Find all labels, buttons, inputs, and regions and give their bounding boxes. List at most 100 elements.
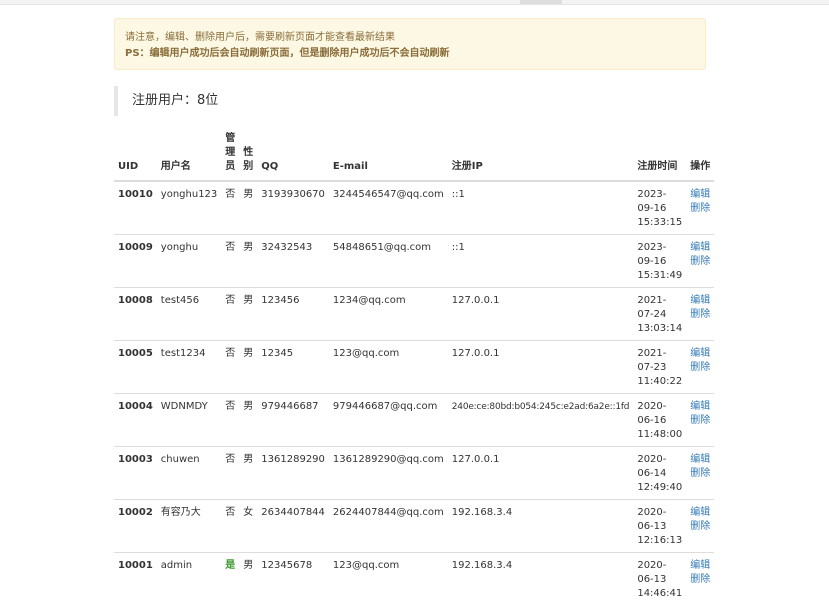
cell-actions: 编辑删除 xyxy=(686,447,714,500)
column-header-username: 用户名 xyxy=(157,132,221,181)
cell-register-time: 2023-09-1615:31:49 xyxy=(633,235,686,288)
register-date: 2020-06-13 xyxy=(637,506,682,534)
cell-gender: 男 xyxy=(239,553,257,605)
cell-uid: 10003 xyxy=(114,447,157,500)
cell-qq: 2634407844 xyxy=(257,500,329,553)
column-header-admin-char: 管 xyxy=(225,132,235,146)
cell-gender: 男 xyxy=(239,181,257,235)
column-header-admin-char: 员 xyxy=(225,160,235,174)
cell-ip: 127.0.0.1 xyxy=(448,341,634,394)
cell-qq: 979446687 xyxy=(257,394,329,447)
notice-line-1: 请注意，编辑、删除用户后，需要刷新页面才能查看最新结果 xyxy=(125,30,695,46)
cell-admin: 否 xyxy=(221,447,239,500)
edit-link[interactable]: 编辑 xyxy=(690,453,710,467)
cell-uid: 10010 xyxy=(114,181,157,235)
register-date: 2020-06-16 xyxy=(637,400,682,428)
cell-actions: 编辑删除 xyxy=(686,181,714,235)
delete-link[interactable]: 删除 xyxy=(690,414,710,428)
column-header-uid: UID xyxy=(114,132,157,181)
cell-register-time: 2020-06-1314:46:41 xyxy=(633,553,686,605)
register-clock: 13:03:14 xyxy=(637,322,682,336)
cell-uid: 10004 xyxy=(114,394,157,447)
cell-username: 有容乃大 xyxy=(157,500,221,553)
cell-actions: 编辑删除 xyxy=(686,288,714,341)
cell-admin: 否 xyxy=(221,500,239,553)
cell-admin: 否 xyxy=(221,235,239,288)
register-date: 2021-07-24 xyxy=(637,294,682,322)
cell-qq: 1361289290 xyxy=(257,447,329,500)
edit-link[interactable]: 编辑 xyxy=(690,294,710,308)
column-header-ops: 操作 xyxy=(686,132,714,181)
cell-register-time: 2020-06-1611:48:00 xyxy=(633,394,686,447)
cell-register-time: 2023-09-1615:33:15 xyxy=(633,181,686,235)
cell-email: 54848651@qq.com xyxy=(329,235,448,288)
register-date: 2020-06-14 xyxy=(637,453,682,481)
delete-link[interactable]: 删除 xyxy=(690,308,710,322)
register-date: 2020-06-13 xyxy=(637,559,682,587)
cell-admin: 否 xyxy=(221,181,239,235)
column-header-admin: 管 理 员 xyxy=(221,132,239,181)
table-row: 10009 yonghu 否 男 32432543 54848651@qq.co… xyxy=(114,235,714,288)
edit-link[interactable]: 编辑 xyxy=(690,188,710,202)
user-table: UID 用户名 管 理 员 性 别 QQ E-mail 注册IP 注册时间 操作… xyxy=(114,132,714,605)
notice-alert: 请注意，编辑、删除用户后，需要刷新页面才能查看最新结果 PS：编辑用户成功后会自… xyxy=(114,18,706,70)
cell-ip: 192.168.3.4 xyxy=(448,500,634,553)
register-date: 2021-07-23 xyxy=(637,347,682,375)
cell-email: 123@qq.com xyxy=(329,341,448,394)
cell-email: 1234@qq.com xyxy=(329,288,448,341)
cell-ip: ::1 xyxy=(448,181,634,235)
column-header-gender: 性 别 xyxy=(239,132,257,181)
table-header-row: UID 用户名 管 理 员 性 别 QQ E-mail 注册IP 注册时间 操作 xyxy=(114,132,714,181)
cell-admin: 否 xyxy=(221,341,239,394)
register-clock: 11:40:22 xyxy=(637,375,682,389)
cell-admin: 否 xyxy=(221,288,239,341)
cell-register-time: 2021-07-2413:03:14 xyxy=(633,288,686,341)
cell-username: yonghu123 xyxy=(157,181,221,235)
cell-actions: 编辑删除 xyxy=(686,341,714,394)
edit-link[interactable]: 编辑 xyxy=(690,559,710,573)
table-row: 10008 test456 否 男 123456 1234@qq.com 127… xyxy=(114,288,714,341)
register-clock: 12:49:40 xyxy=(637,481,682,495)
register-clock: 11:48:00 xyxy=(637,428,682,442)
cell-actions: 编辑删除 xyxy=(686,394,714,447)
cell-qq: 123456 xyxy=(257,288,329,341)
cell-gender: 男 xyxy=(239,394,257,447)
edit-link[interactable]: 编辑 xyxy=(690,347,710,361)
cell-email: 2624407844@qq.com xyxy=(329,500,448,553)
cell-ip: 127.0.0.1 xyxy=(448,288,634,341)
register-date: 2023-09-16 xyxy=(637,241,682,269)
cell-qq: 12345 xyxy=(257,341,329,394)
column-header-ip: 注册IP xyxy=(448,132,634,181)
register-clock: 12:16:13 xyxy=(637,534,682,548)
active-nav-tab[interactable] xyxy=(520,0,562,4)
top-navigation-bar xyxy=(0,0,829,5)
cell-email: 123@qq.com xyxy=(329,553,448,605)
cell-uid: 10009 xyxy=(114,235,157,288)
register-clock: 14:46:41 xyxy=(637,587,682,601)
delete-link[interactable]: 删除 xyxy=(690,255,710,269)
cell-register-time: 2021-07-2311:40:22 xyxy=(633,341,686,394)
column-header-email: E-mail xyxy=(329,132,448,181)
cell-admin: 是 xyxy=(221,553,239,605)
cell-uid: 10001 xyxy=(114,553,157,605)
table-row: 10005 test1234 否 男 12345 123@qq.com 127.… xyxy=(114,341,714,394)
delete-link[interactable]: 删除 xyxy=(690,361,710,375)
cell-qq: 3193930670 xyxy=(257,181,329,235)
cell-username: WDNMDY xyxy=(157,394,221,447)
delete-link[interactable]: 删除 xyxy=(690,573,710,587)
cell-username: chuwen xyxy=(157,447,221,500)
cell-uid: 10005 xyxy=(114,341,157,394)
delete-link[interactable]: 删除 xyxy=(690,520,710,534)
table-row: 10004 WDNMDY 否 男 979446687 979446687@qq.… xyxy=(114,394,714,447)
column-header-admin-char: 理 xyxy=(225,146,235,160)
delete-link[interactable]: 删除 xyxy=(690,202,710,216)
edit-link[interactable]: 编辑 xyxy=(690,241,710,255)
table-row: 10010 yonghu123 否 男 3193930670 324454654… xyxy=(114,181,714,235)
delete-link[interactable]: 删除 xyxy=(690,467,710,481)
edit-link[interactable]: 编辑 xyxy=(690,400,710,414)
edit-link[interactable]: 编辑 xyxy=(690,506,710,520)
cell-gender: 男 xyxy=(239,288,257,341)
cell-register-time: 2020-06-1312:16:13 xyxy=(633,500,686,553)
cell-actions: 编辑删除 xyxy=(686,500,714,553)
cell-gender: 男 xyxy=(239,235,257,288)
